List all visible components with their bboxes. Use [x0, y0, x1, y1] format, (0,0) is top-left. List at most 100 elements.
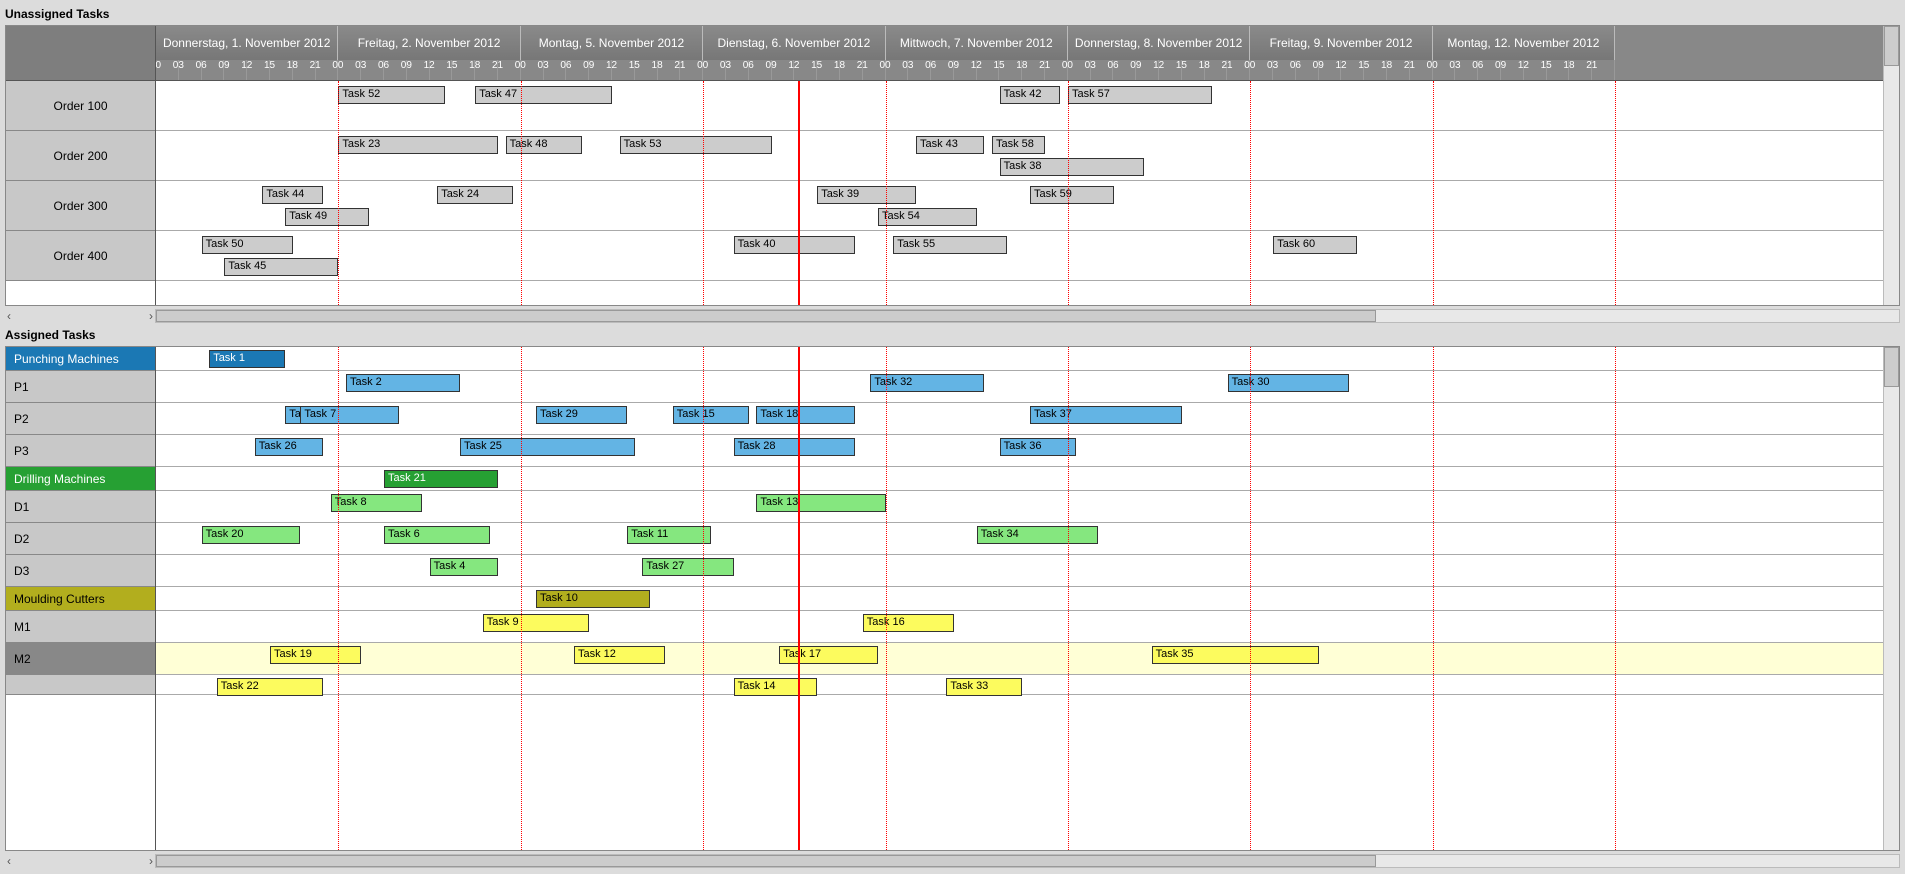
- task-bar[interactable]: Task 19: [270, 646, 361, 664]
- row-label-p2[interactable]: P2: [6, 403, 155, 435]
- vertical-scrollbar[interactable]: [1883, 347, 1899, 850]
- task-bar[interactable]: Task 17: [779, 646, 878, 664]
- task-bar[interactable]: Task 54: [878, 208, 977, 226]
- task-bar[interactable]: Task 47: [475, 86, 612, 104]
- section-title: Unassigned Tasks: [5, 7, 1900, 21]
- row-label-drilling[interactable]: Drilling Machines: [6, 467, 155, 491]
- gantt-row-d1[interactable]: Task 8 Task 13: [156, 491, 1883, 523]
- task-bar[interactable]: Task 52: [338, 86, 444, 104]
- row-label-p3[interactable]: P3: [6, 435, 155, 467]
- task-bar[interactable]: Task 11: [627, 526, 711, 544]
- row-label-order200[interactable]: Order 200: [6, 131, 155, 181]
- day-header: Dienstag, 6. November 2012: [703, 26, 885, 60]
- row-label-order100[interactable]: Order 100: [6, 81, 155, 131]
- task-bar[interactable]: Task 28: [734, 438, 856, 456]
- gantt-row-m1[interactable]: Task 9 Task 16: [156, 611, 1883, 643]
- task-bar[interactable]: Task 43: [916, 136, 984, 154]
- section-title: Assigned Tasks: [5, 328, 1900, 342]
- task-bar[interactable]: Task 39: [817, 186, 916, 204]
- task-bar[interactable]: Task 48: [506, 136, 582, 154]
- row-label-m1[interactable]: M1: [6, 611, 155, 643]
- row-label-d2[interactable]: D2: [6, 523, 155, 555]
- task-bar[interactable]: Task 37: [1030, 406, 1182, 424]
- row-label-m2[interactable]: M2: [6, 643, 155, 675]
- gantt-row-punching[interactable]: Task 1: [156, 347, 1883, 371]
- vertical-scrollbar[interactable]: [1883, 26, 1899, 305]
- task-bar[interactable]: Task 32: [870, 374, 984, 392]
- gantt-row-order100[interactable]: Task 52 Task 47 Task 42 Task 57: [156, 81, 1883, 131]
- task-bar[interactable]: Task 49: [285, 208, 369, 226]
- task-bar[interactable]: Task 59: [1030, 186, 1114, 204]
- task-bar[interactable]: Task 36: [1000, 438, 1076, 456]
- task-bar[interactable]: Task 60: [1273, 236, 1357, 254]
- scroll-left-icon[interactable]: ‹: [7, 309, 11, 323]
- task-bar[interactable]: Task 7: [300, 406, 399, 424]
- task-bar[interactable]: Task 45: [224, 258, 338, 276]
- scroll-left-icon[interactable]: ‹: [7, 854, 11, 868]
- assigned-panel: Punching MachinesP1P2P3Drilling Machines…: [5, 346, 1900, 851]
- task-bar[interactable]: Task 18: [756, 406, 855, 424]
- gantt-row-moulding[interactable]: Task 10: [156, 587, 1883, 611]
- row-label-order300[interactable]: Order 300: [6, 181, 155, 231]
- task-bar[interactable]: Task 38: [1000, 158, 1144, 176]
- horizontal-scrollbar[interactable]: ‹›: [5, 853, 1900, 869]
- task-bar[interactable]: Task 50: [202, 236, 293, 254]
- task-bar[interactable]: Task 1: [209, 350, 285, 368]
- task-bar[interactable]: Task 13: [756, 494, 885, 512]
- gantt-row-d3[interactable]: Task 4 Task 27: [156, 555, 1883, 587]
- task-bar[interactable]: Task 25: [460, 438, 635, 456]
- gantt-row-p2[interactable]: Task 3Task 7Task 29Task 15Task 18Task 37: [156, 403, 1883, 435]
- task-bar[interactable]: Task 9: [483, 614, 589, 632]
- task-bar[interactable]: Task 33: [946, 678, 1022, 696]
- task-bar[interactable]: Task 23: [338, 136, 498, 154]
- task-bar[interactable]: Task 21: [384, 470, 498, 488]
- scroll-right-icon[interactable]: ›: [149, 309, 153, 323]
- task-bar[interactable]: Task 57: [1068, 86, 1212, 104]
- horizontal-scrollbar[interactable]: ‹›: [5, 308, 1900, 324]
- task-bar[interactable]: Task 16: [863, 614, 954, 632]
- task-bar[interactable]: Task 58: [992, 136, 1045, 154]
- task-bar[interactable]: Task 22: [217, 678, 323, 696]
- row-label-d1[interactable]: D1: [6, 491, 155, 523]
- row-label-punching[interactable]: Punching Machines: [6, 347, 155, 371]
- row-label-moulding[interactable]: Moulding Cutters: [6, 587, 155, 611]
- task-bar[interactable]: Task 15: [673, 406, 749, 424]
- row-label-order400[interactable]: Order 400: [6, 231, 155, 281]
- task-bar[interactable]: Task 4: [430, 558, 498, 576]
- task-bar[interactable]: Task 24: [437, 186, 513, 204]
- task-bar[interactable]: Task 29: [536, 406, 627, 424]
- task-bar[interactable]: Task 6: [384, 526, 490, 544]
- task-bar[interactable]: Task 14: [734, 678, 818, 696]
- task-bar[interactable]: Task 44: [262, 186, 323, 204]
- task-bar[interactable]: Task 8: [331, 494, 422, 512]
- task-bar[interactable]: Task 55: [893, 236, 1007, 254]
- scroll-right-icon[interactable]: ›: [149, 854, 153, 868]
- row-label-m3[interactable]: [6, 675, 155, 695]
- task-bar[interactable]: Task 27: [642, 558, 733, 576]
- task-bar[interactable]: Task 20: [202, 526, 301, 544]
- gantt-row-p3[interactable]: Task 26 Task 25 Task 28 Task 36: [156, 435, 1883, 467]
- task-bar[interactable]: Task 10: [536, 590, 650, 608]
- day-header: Freitag, 9. November 2012: [1250, 26, 1432, 60]
- row-label-p1[interactable]: P1: [6, 371, 155, 403]
- task-bar[interactable]: Task 2: [346, 374, 460, 392]
- row-sidebar: Punching MachinesP1P2P3Drilling Machines…: [6, 347, 156, 850]
- task-bar[interactable]: Task 42: [1000, 86, 1061, 104]
- task-bar[interactable]: Task 40: [734, 236, 856, 254]
- gantt-row-order200[interactable]: Task 23 Task 48 Task 53 Task 43 Task 58 Task …: [156, 131, 1883, 181]
- task-bar[interactable]: Task 12: [574, 646, 665, 664]
- row-sidebar: Order 100Order 200Order 300Order 400: [6, 26, 156, 305]
- gantt-row-d2[interactable]: Task 20 Task 6 Task 11 Task 34: [156, 523, 1883, 555]
- row-label-d3[interactable]: D3: [6, 555, 155, 587]
- task-bar[interactable]: Task 35: [1152, 646, 1319, 664]
- gantt-row-drilling[interactable]: Task 21: [156, 467, 1883, 491]
- gantt-row-m2[interactable]: Task 19 Task 12 Task 17 Task 35: [156, 643, 1883, 675]
- gantt-row-m3[interactable]: Task 22 Task 14 Task 33: [156, 675, 1883, 695]
- task-bar[interactable]: Task 30: [1228, 374, 1350, 392]
- task-bar[interactable]: Task 53: [620, 136, 772, 154]
- task-bar[interactable]: Task 26: [255, 438, 323, 456]
- task-bar[interactable]: Task 34: [977, 526, 1099, 544]
- gantt-row-order400[interactable]: Task 50 Task 40 Task 55 Task 60 Task 45: [156, 231, 1883, 281]
- gantt-row-order300[interactable]: Task 44 Task 24 Task 49 Task 39 Task 59 Task …: [156, 181, 1883, 231]
- gantt-row-p1[interactable]: Task 2 Task 32 Task 30: [156, 371, 1883, 403]
